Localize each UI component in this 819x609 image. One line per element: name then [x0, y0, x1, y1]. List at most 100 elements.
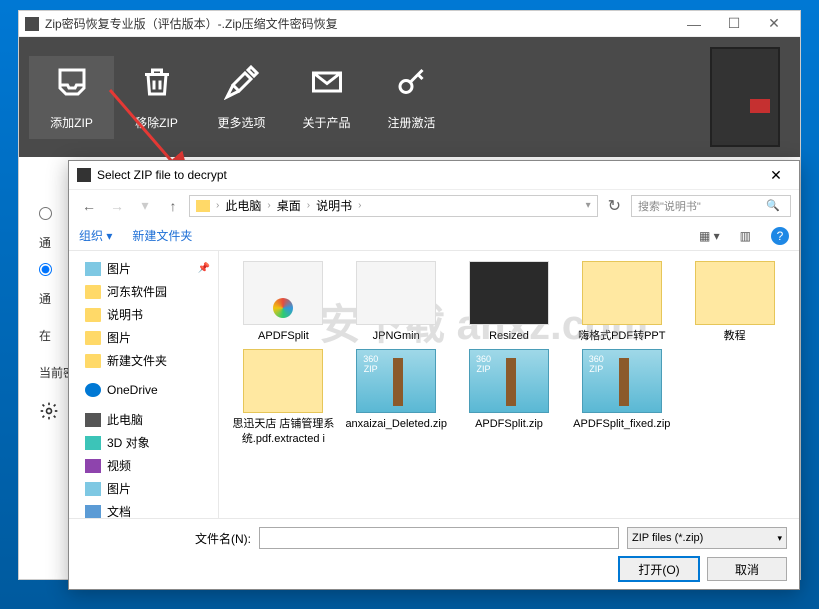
- pin-icon: 📌: [198, 263, 210, 274]
- file-label: 思迅天店 店铺管理系统.pdf.extracted i: [229, 417, 338, 446]
- minimize-button[interactable]: —: [674, 16, 714, 32]
- file-thumb: [582, 349, 662, 413]
- main-titlebar: Zip密码恢复专业版（评估版本）-.Zip压缩文件密码恢复 — ☐ ✕: [19, 11, 800, 37]
- dialog-body: 图片📌河东软件园说明书图片新建文件夹OneDrive此电脑3D 对象视频图片文档…: [69, 251, 799, 518]
- nav-forward-button[interactable]: →: [105, 194, 129, 218]
- nav-back-button[interactable]: ←: [77, 194, 101, 218]
- dialog-titlebar: Select ZIP file to decrypt ✕: [69, 161, 799, 189]
- tree-item-6[interactable]: 此电脑: [73, 408, 214, 431]
- filename-label: 文件名(N):: [81, 530, 251, 547]
- pc-icon: [85, 413, 101, 427]
- key-icon: [369, 64, 454, 108]
- radio-option-1[interactable]: [39, 207, 52, 220]
- file-filter-dropdown[interactable]: ZIP files (*.zip) ▾: [627, 527, 787, 549]
- envelope-icon: [284, 64, 369, 108]
- file-thumb: [356, 349, 436, 413]
- tools-icon: [199, 64, 284, 108]
- file-item-5[interactable]: 思迅天店 店铺管理系统.pdf.extracted i: [229, 349, 338, 446]
- file-thumb: [243, 349, 323, 413]
- nav-dropdown-button[interactable]: ▾: [133, 194, 157, 218]
- open-button[interactable]: 打开(O): [619, 557, 699, 581]
- folder-icon: [85, 285, 101, 299]
- tree-item-1[interactable]: 河东软件园: [73, 280, 214, 303]
- about-button[interactable]: 关于产品: [284, 56, 369, 139]
- file-item-2[interactable]: Resized: [455, 261, 564, 343]
- file-thumb: [469, 261, 549, 325]
- file-label: anxaizai_Deleted.zip: [342, 417, 451, 431]
- folder-icon: [85, 331, 101, 345]
- file-thumb: [356, 261, 436, 325]
- file-grid: 安下载 anxz.com APDFSplitJPNGminResized嗨格式P…: [219, 251, 799, 518]
- register-button[interactable]: 注册激活: [369, 56, 454, 139]
- more-options-button[interactable]: 更多选项: [199, 56, 284, 139]
- file-label: 教程: [680, 329, 789, 343]
- tree-item-2[interactable]: 说明书: [73, 303, 214, 326]
- tree-item-5[interactable]: OneDrive: [73, 380, 214, 400]
- video-icon: [85, 459, 101, 473]
- organize-menu[interactable]: 组织 ▾: [79, 227, 112, 244]
- file-item-8[interactable]: APDFSplit_fixed.zip: [567, 349, 676, 446]
- add-zip-button[interactable]: 添加ZIP: [29, 56, 114, 139]
- file-item-3[interactable]: 嗨格式PDF转PPT: [567, 261, 676, 343]
- preview-pane-button[interactable]: ▥: [740, 229, 751, 243]
- file-thumb: [582, 261, 662, 325]
- file-label: JPNGmin: [342, 329, 451, 343]
- zipper-decoration: [710, 47, 780, 147]
- refresh-button[interactable]: ↻: [602, 196, 627, 216]
- tree-item-3[interactable]: 图片: [73, 326, 214, 349]
- folder-tree: 图片📌河东软件园说明书图片新建文件夹OneDrive此电脑3D 对象视频图片文档: [69, 251, 219, 518]
- search-input[interactable]: 搜索"说明书" 🔍: [631, 195, 791, 217]
- img-icon: [85, 482, 101, 496]
- file-item-4[interactable]: 教程: [680, 261, 789, 343]
- file-label: 嗨格式PDF转PPT: [567, 329, 676, 343]
- breadcrumb[interactable]: › 此电脑 › 桌面 › 说明书 › ▾: [189, 195, 598, 217]
- tree-item-0[interactable]: 图片📌: [73, 257, 214, 280]
- nav-up-button[interactable]: ↑: [161, 194, 185, 218]
- tree-item-9[interactable]: 图片: [73, 477, 214, 500]
- file-thumb: [695, 261, 775, 325]
- close-button[interactable]: ✕: [754, 15, 794, 32]
- dialog-nav: ← → ▾ ↑ › 此电脑 › 桌面 › 说明书 › ▾ ↻ 搜索"说明书" 🔍: [69, 189, 799, 221]
- search-placeholder: 搜索"说明书": [638, 198, 701, 214]
- tree-item-7[interactable]: 3D 对象: [73, 431, 214, 454]
- trash-icon: [114, 64, 199, 108]
- inbox-icon: [29, 64, 114, 108]
- search-icon: 🔍: [766, 199, 780, 212]
- onedrive-icon: [85, 383, 101, 397]
- tree-item-4[interactable]: 新建文件夹: [73, 349, 214, 372]
- help-button[interactable]: ?: [771, 227, 789, 245]
- file-item-1[interactable]: JPNGmin: [342, 261, 451, 343]
- file-item-0[interactable]: APDFSplit: [229, 261, 338, 343]
- view-mode-button[interactable]: ▦ ▾: [699, 229, 720, 243]
- file-label: APDFSplit_fixed.zip: [567, 417, 676, 431]
- file-label: APDFSplit.zip: [455, 417, 564, 431]
- img-icon: [85, 262, 101, 276]
- tree-item-10[interactable]: 文档: [73, 500, 214, 518]
- file-item-7[interactable]: APDFSplit.zip: [455, 349, 564, 446]
- radio-option-2[interactable]: [39, 263, 52, 276]
- remove-zip-button[interactable]: 移除ZIP: [114, 56, 199, 139]
- file-thumb: [243, 261, 323, 325]
- dialog-close-button[interactable]: ✕: [761, 167, 791, 184]
- file-item-6[interactable]: anxaizai_Deleted.zip: [342, 349, 451, 446]
- filename-input[interactable]: [259, 527, 619, 549]
- breadcrumb-item-folder[interactable]: 说明书: [316, 197, 352, 214]
- maximize-button[interactable]: ☐: [714, 15, 754, 32]
- dialog-footer: 文件名(N): ZIP files (*.zip) ▾ 打开(O) 取消: [69, 518, 799, 589]
- new-folder-button[interactable]: 新建文件夹: [132, 227, 192, 244]
- dialog-icon: [77, 168, 91, 182]
- dialog-subbar: 组织 ▾ 新建文件夹 ▦ ▾ ▥ ?: [69, 221, 799, 251]
- cancel-button[interactable]: 取消: [707, 557, 787, 581]
- app-icon: [25, 17, 39, 31]
- dialog-title: Select ZIP file to decrypt: [97, 168, 761, 182]
- folder-icon: [85, 354, 101, 368]
- doc-icon: [85, 505, 101, 519]
- cube-icon: [85, 436, 101, 450]
- folder-icon: [85, 308, 101, 322]
- tree-item-8[interactable]: 视频: [73, 454, 214, 477]
- app-title: Zip密码恢复专业版（评估版本）-.Zip压缩文件密码恢复: [45, 15, 674, 32]
- breadcrumb-item-pc[interactable]: 此电脑: [225, 197, 261, 214]
- breadcrumb-item-desktop[interactable]: 桌面: [277, 197, 301, 214]
- main-toolbar: 添加ZIP 移除ZIP 更多选项 关于产品 注册激活: [19, 37, 800, 157]
- file-label: APDFSplit: [229, 329, 338, 343]
